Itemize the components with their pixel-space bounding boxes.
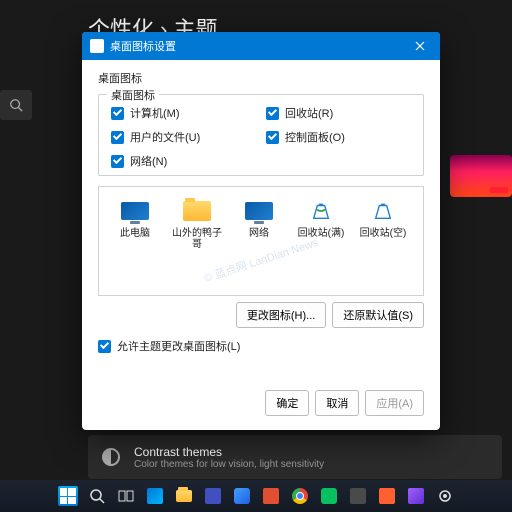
- taskbar-app[interactable]: [375, 484, 399, 508]
- contrast-sub: Color themes for low vision, light sensi…: [134, 459, 324, 470]
- close-button[interactable]: [408, 32, 432, 60]
- check-user-files[interactable]: 用户的文件(U): [111, 129, 256, 145]
- icon-user-folder[interactable]: 山外的鸭子哥: [169, 197, 225, 250]
- check-control-panel[interactable]: 控制面板(O): [266, 129, 411, 145]
- restore-defaults-button[interactable]: 还原默认值(S): [332, 302, 424, 328]
- icon-preview: 此电脑 山外的鸭子哥 网络 回收站(满) 回收站(空): [98, 186, 424, 296]
- change-icon-button[interactable]: 更改图标(H)...: [236, 302, 326, 328]
- desktop-icons-group: 桌面图标 计算机(M) 回收站(R) 用户的文件(U) 控制面板(O) 网络(N…: [98, 94, 424, 176]
- taskview-icon: [118, 488, 134, 504]
- taskbar-chrome[interactable]: [288, 484, 312, 508]
- group-legend: 桌面图标: [107, 87, 159, 103]
- gear-icon: [437, 488, 453, 504]
- monitor-icon: [121, 202, 149, 220]
- theme-thumb[interactable]: [450, 155, 512, 197]
- taskbar-app[interactable]: [201, 484, 225, 508]
- app-icon: [350, 488, 366, 504]
- check-computer[interactable]: 计算机(M): [111, 105, 256, 121]
- close-icon: [415, 41, 425, 51]
- icon-network[interactable]: 网络: [231, 197, 287, 239]
- icon-this-pc[interactable]: 此电脑: [107, 197, 163, 239]
- contrast-icon: [102, 448, 120, 466]
- taskbar-explorer[interactable]: [172, 484, 196, 508]
- taskbar-settings[interactable]: [433, 484, 457, 508]
- app-icon: [234, 488, 250, 504]
- search-input[interactable]: [0, 90, 32, 120]
- chrome-icon: [292, 488, 308, 504]
- taskbar-app[interactable]: [404, 484, 428, 508]
- task-view[interactable]: [114, 484, 138, 508]
- taskbar-search[interactable]: [85, 484, 109, 508]
- taskbar-app[interactable]: [259, 484, 283, 508]
- taskbar-wechat[interactable]: [317, 484, 341, 508]
- taskbar-app[interactable]: [346, 484, 370, 508]
- dialog-icon: [90, 39, 104, 53]
- app-icon: [379, 488, 395, 504]
- check-recycle[interactable]: 回收站(R): [266, 105, 411, 121]
- apply-button[interactable]: 应用(A): [365, 390, 424, 416]
- recycle-icon: [372, 199, 394, 223]
- app-icon: [263, 488, 279, 504]
- tab-desktop-icons[interactable]: 桌面图标: [98, 70, 142, 86]
- folder-icon: [176, 490, 192, 502]
- cancel-button[interactable]: 取消: [315, 390, 359, 416]
- wechat-icon: [321, 488, 337, 504]
- search-icon: [89, 488, 105, 504]
- taskbar-app[interactable]: [143, 484, 167, 508]
- dialog-titlebar[interactable]: 桌面图标设置: [82, 32, 440, 60]
- check-allow-themes[interactable]: 允许主题更改桌面图标(L): [98, 338, 424, 354]
- start-button[interactable]: [56, 484, 80, 508]
- app-icon: [205, 488, 221, 504]
- app-icon: [147, 488, 163, 504]
- recycle-icon: [310, 199, 332, 223]
- taskbar-app[interactable]: [230, 484, 254, 508]
- icon-recycle-empty[interactable]: 回收站(空): [355, 197, 411, 239]
- icon-recycle-full[interactable]: 回收站(满): [293, 197, 349, 239]
- folder-icon: [183, 201, 211, 221]
- check-network[interactable]: 网络(N): [111, 153, 256, 169]
- dialog-title: 桌面图标设置: [110, 38, 176, 54]
- contrast-title: Contrast themes: [134, 445, 324, 459]
- ok-button[interactable]: 确定: [265, 390, 309, 416]
- taskbar[interactable]: [0, 480, 512, 512]
- contrast-themes-card[interactable]: Contrast themes Color themes for low vis…: [88, 435, 502, 479]
- monitor-icon: [245, 202, 273, 220]
- desktop-icon-settings-dialog: 桌面图标设置 桌面图标 桌面图标 计算机(M) 回收站(R) 用户的文件(U) …: [82, 32, 440, 430]
- app-icon: [408, 488, 424, 504]
- search-icon: [9, 98, 23, 112]
